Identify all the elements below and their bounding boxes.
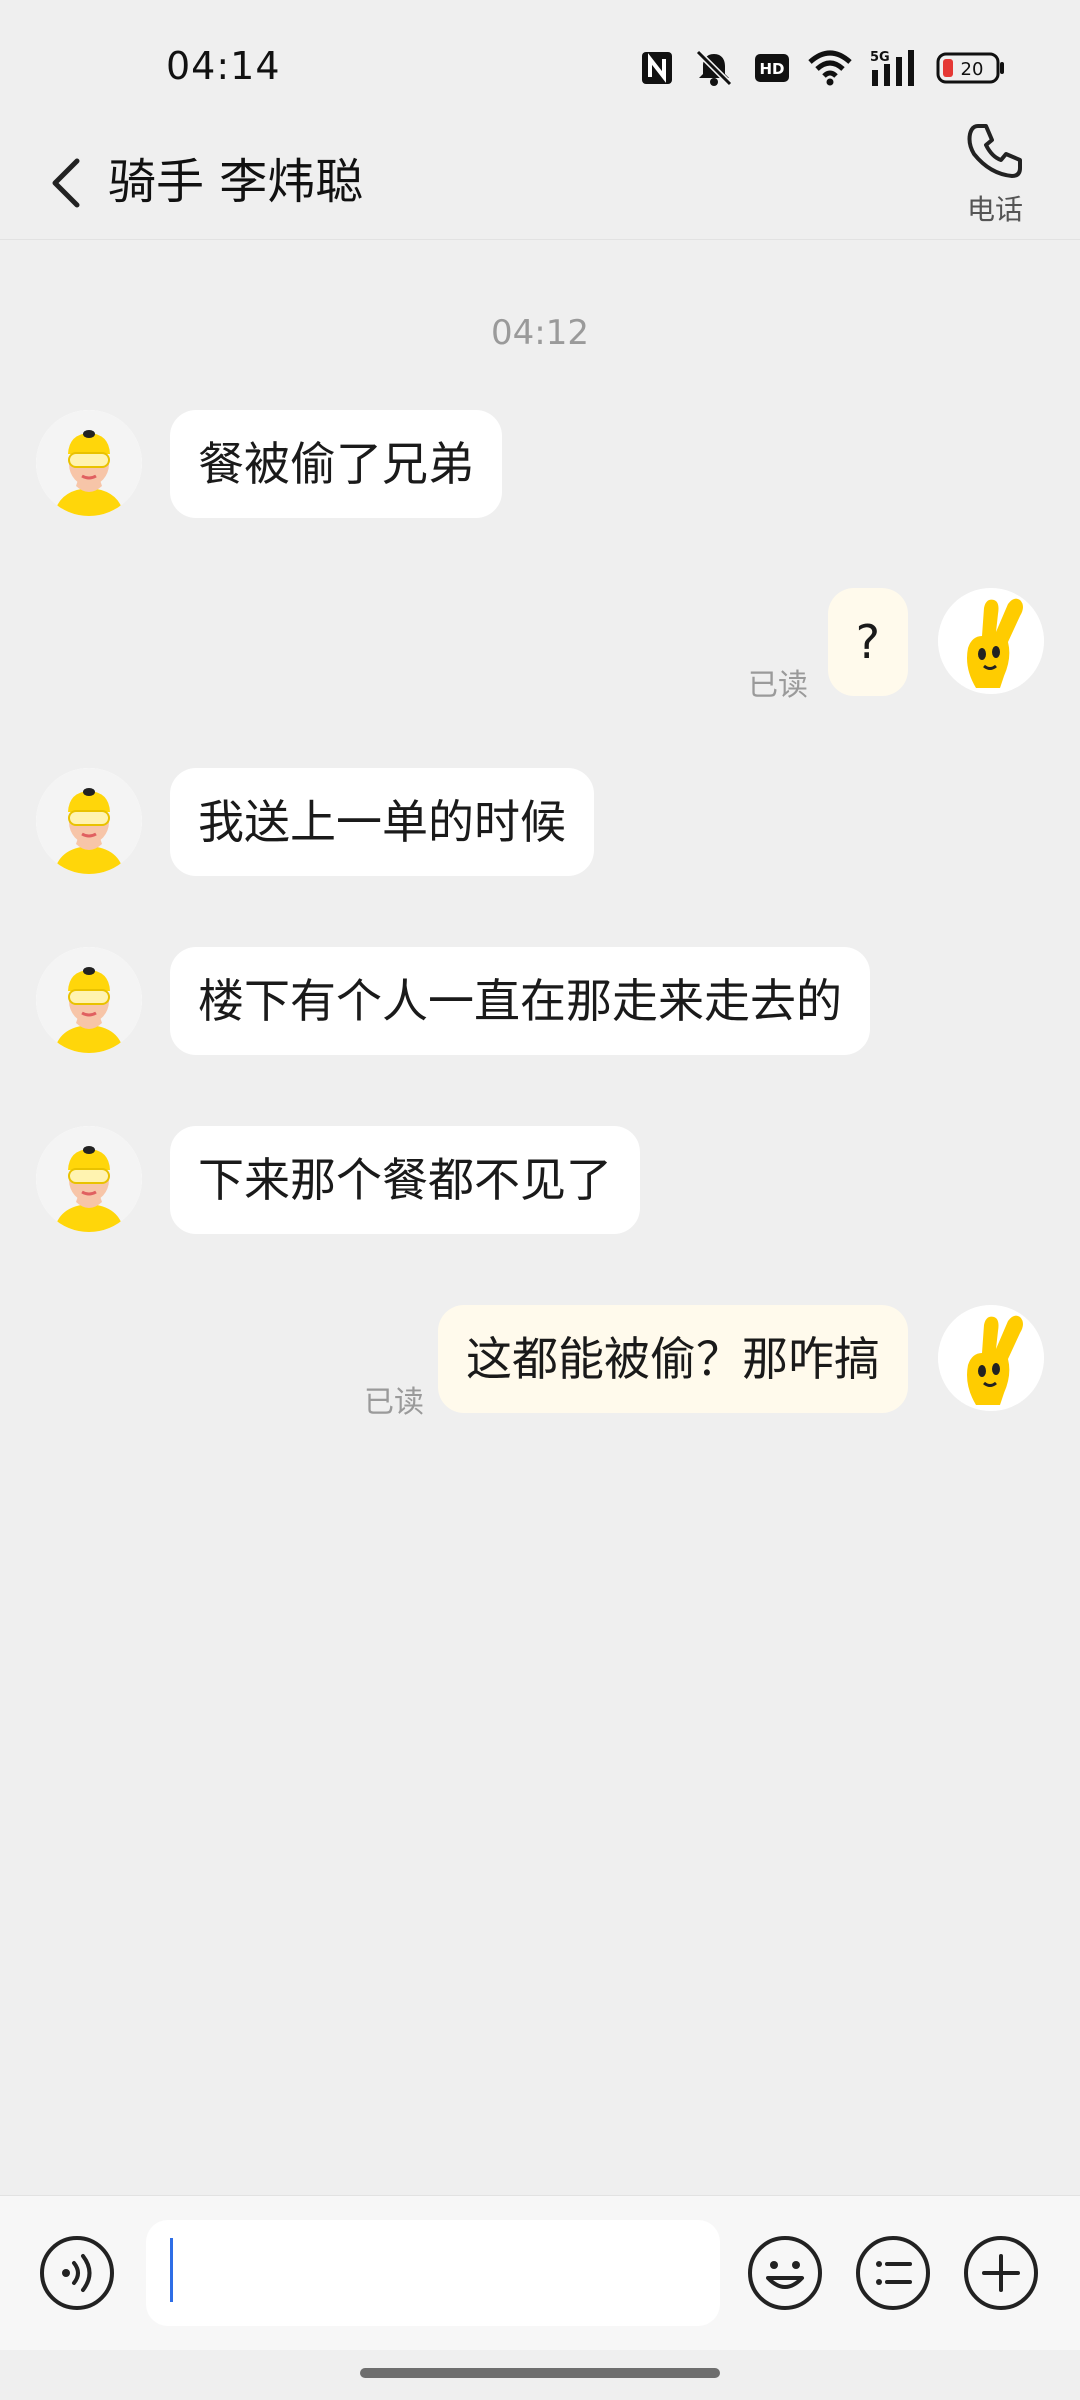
5g-signal-icon: 5G (870, 48, 918, 88)
home-indicator[interactable] (360, 2368, 720, 2378)
hd-label: HD (759, 60, 784, 78)
rider-avatar[interactable] (36, 947, 142, 1053)
rider-avatar-icon (36, 768, 142, 874)
message-row-incoming: 楼下有个人一直在那走来走去的 (0, 947, 1080, 1055)
voice-icon (40, 2236, 114, 2310)
more-button[interactable] (962, 2234, 1040, 2312)
voice-button[interactable] (38, 2234, 116, 2312)
text-caret (170, 2238, 173, 2302)
message-row-outgoing: 已读 ? (0, 588, 1080, 703)
mascot-hand-icon (938, 1305, 1044, 1411)
battery-level: 20 (961, 59, 984, 80)
status-icons: HD 5G 20 (640, 44, 1006, 92)
message-row-incoming: 我送上一单的时候 (0, 768, 1080, 876)
message-bubble-outgoing[interactable]: ? (827, 588, 908, 696)
my-avatar[interactable] (938, 1305, 1044, 1411)
rider-avatar[interactable] (36, 410, 142, 516)
message-input[interactable] (146, 2220, 720, 2326)
battery-icon: 20 (936, 51, 1006, 85)
call-button[interactable]: 电话 (950, 120, 1040, 235)
my-avatar[interactable] (938, 588, 1044, 694)
chevron-left-icon (52, 158, 80, 208)
rider-avatar-icon (36, 410, 142, 516)
phone-icon (967, 124, 1022, 178)
message-bubble-incoming[interactable]: 餐被偷了兄弟 (170, 410, 502, 518)
rider-avatar[interactable] (36, 1126, 142, 1232)
read-receipt: 已读 (364, 1385, 424, 1420)
chat-timestamp: 04:12 (491, 313, 589, 353)
mascot-hand-icon (938, 588, 1044, 694)
message-bubble-incoming[interactable]: 楼下有个人一直在那走来走去的 (170, 947, 870, 1055)
rider-avatar-icon (36, 947, 142, 1053)
rider-avatar-icon (36, 1126, 142, 1232)
message-row-outgoing: 已读 这都能被偷？那咋搞 (0, 1305, 1080, 1420)
emoji-button[interactable] (746, 2234, 824, 2312)
list-icon (856, 2236, 930, 2310)
network-label: 5G (870, 50, 890, 65)
call-label: 电话 (966, 193, 1023, 226)
hd-icon: HD (754, 53, 790, 83)
message-row-incoming: 下来那个餐都不见了 (0, 1126, 1080, 1234)
wifi-icon (808, 50, 852, 86)
message-bubble-incoming[interactable]: 我送上一单的时候 (170, 768, 594, 876)
plus-icon (964, 2236, 1038, 2310)
chat-screen: 04:14 HD 5G 20 骑手 李炜聪 电话 04:12 餐被偷了兄弟 已读… (0, 0, 1080, 2400)
read-receipt: 已读 (748, 668, 808, 703)
emoji-icon (748, 2236, 822, 2310)
mute-icon (692, 48, 736, 88)
input-bar (0, 2195, 1080, 2350)
message-row-incoming: 餐被偷了兄弟 (0, 410, 1080, 518)
rider-avatar[interactable] (36, 768, 142, 874)
status-bar: 04:14 HD 5G 20 (0, 0, 1080, 130)
nfc-icon (640, 50, 674, 86)
chat-header: 骑手 李炜聪 电话 (0, 124, 1080, 240)
quick-reply-button[interactable] (854, 2234, 932, 2312)
status-time: 04:14 (166, 44, 281, 88)
back-button[interactable] (36, 150, 96, 216)
message-bubble-incoming[interactable]: 下来那个餐都不见了 (170, 1126, 640, 1234)
message-bubble-outgoing[interactable]: 这都能被偷？那咋搞 (438, 1305, 908, 1413)
page-title: 骑手 李炜聪 (108, 154, 364, 210)
